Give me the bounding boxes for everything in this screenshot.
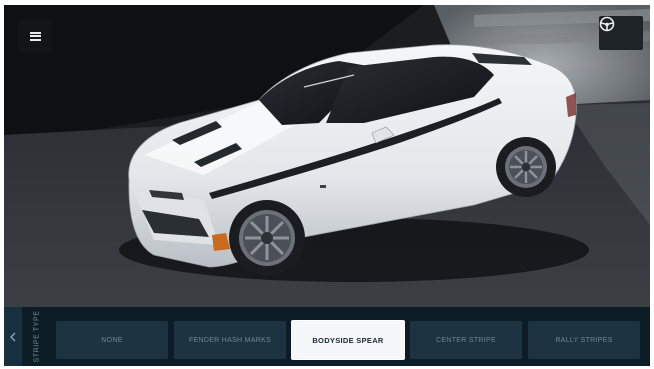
- previous-category-button[interactable]: [4, 307, 22, 366]
- option-fender-hash-marks[interactable]: FENDER HASH MARKS: [174, 321, 286, 359]
- stripe-options-bar: STRIPE TYPE NONE FENDER HASH MARKS BODYS…: [4, 307, 650, 366]
- category-label: STRIPE TYPE: [22, 307, 52, 366]
- steering-wheel-icon: [599, 16, 615, 32]
- interior-view-button[interactable]: [599, 16, 643, 50]
- option-center-stripe[interactable]: CENTER STRIPE: [410, 321, 522, 359]
- stripe-type-label: STRIPE TYPE: [33, 310, 41, 363]
- option-bodyside-spear[interactable]: BODYSIDE SPEAR: [292, 321, 404, 359]
- configurator-frame: STRIPE TYPE NONE FENDER HASH MARKS BODYS…: [4, 5, 650, 366]
- hamburger-menu-icon: [29, 31, 41, 41]
- menu-button[interactable]: [18, 19, 52, 53]
- option-none[interactable]: NONE: [56, 321, 168, 359]
- chevron-left-icon: [10, 332, 16, 341]
- car-preview-scene[interactable]: [4, 5, 650, 307]
- car-render: [4, 5, 650, 307]
- option-rally-stripes[interactable]: RALLY STRIPES: [528, 321, 640, 359]
- stripe-option-list: NONE FENDER HASH MARKS BODYSIDE SPEAR CE…: [56, 321, 640, 359]
